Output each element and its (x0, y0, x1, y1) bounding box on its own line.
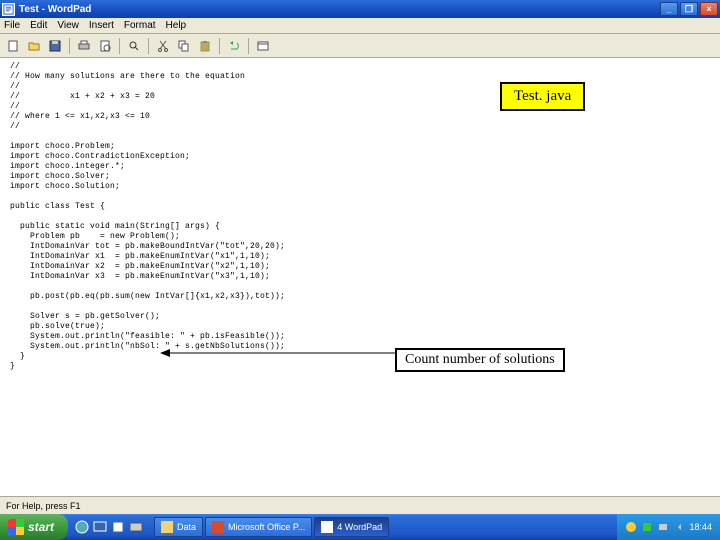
datetime-icon[interactable] (254, 37, 272, 55)
menu-bar: File Edit View Insert Format Help (0, 18, 720, 34)
menu-edit[interactable]: Edit (30, 20, 47, 31)
document-area[interactable]: // // How many solutions are there to th… (0, 58, 720, 496)
folder-icon (161, 521, 173, 533)
open-icon[interactable] (25, 37, 43, 55)
status-bar: For Help, press F1 (0, 496, 720, 514)
system-tray[interactable]: 18:44 (617, 514, 720, 540)
tray-icon[interactable] (657, 521, 669, 533)
toolbar-divider (119, 38, 120, 54)
annotation-arrow (160, 352, 395, 354)
taskbar-task[interactable]: Data (154, 517, 203, 537)
toolbar-divider (219, 38, 220, 54)
status-text: For Help, press F1 (6, 501, 81, 511)
taskbar-tasks: Data Microsoft Office P... 4 WordPad (154, 517, 617, 537)
menu-view[interactable]: View (57, 20, 79, 31)
taskbar: start Data Microsoft Office P... 4 WordP… (0, 514, 720, 540)
save-icon[interactable] (46, 37, 64, 55)
wordpad-icon (321, 521, 333, 533)
window-title: Test - WordPad (19, 4, 660, 15)
find-icon[interactable] (125, 37, 143, 55)
quicklaunch-icon[interactable] (110, 519, 126, 535)
close-button[interactable]: × (700, 2, 718, 16)
cut-icon[interactable] (154, 37, 172, 55)
tray-icon[interactable] (625, 521, 637, 533)
toolbar-divider (248, 38, 249, 54)
app-icon (2, 3, 15, 16)
maximize-button[interactable]: ❐ (680, 2, 698, 16)
start-button[interactable]: start (0, 514, 68, 540)
menu-format[interactable]: Format (124, 20, 156, 31)
tray-icon[interactable] (673, 521, 685, 533)
task-label: 4 WordPad (337, 522, 382, 532)
powerpoint-icon (212, 521, 224, 533)
menu-help[interactable]: Help (166, 20, 187, 31)
start-label: start (28, 520, 54, 534)
toolbar (0, 34, 720, 58)
windows-logo-icon (8, 519, 24, 535)
copy-icon[interactable] (175, 37, 193, 55)
taskbar-task[interactable]: Microsoft Office P... (205, 517, 312, 537)
paste-icon[interactable] (196, 37, 214, 55)
toolbar-divider (69, 38, 70, 54)
quick-launch (74, 519, 144, 535)
task-label: Data (177, 522, 196, 532)
preview-icon[interactable] (96, 37, 114, 55)
menu-insert[interactable]: Insert (89, 20, 114, 31)
toolbar-divider (148, 38, 149, 54)
undo-icon[interactable] (225, 37, 243, 55)
taskbar-task[interactable]: 4 WordPad (314, 517, 389, 537)
print-icon[interactable] (75, 37, 93, 55)
tray-icon[interactable] (641, 521, 653, 533)
menu-file[interactable]: File (4, 20, 20, 31)
annotation-count: Count number of solutions (395, 348, 565, 372)
title-bar: Test - WordPad _ ❐ × (0, 0, 720, 18)
annotation-filename: Test. java (500, 82, 585, 111)
code-text: // // How many solutions are there to th… (0, 58, 720, 376)
new-icon[interactable] (4, 37, 22, 55)
quicklaunch-icon[interactable] (128, 519, 144, 535)
clock[interactable]: 18:44 (689, 522, 712, 532)
task-label: Microsoft Office P... (228, 522, 305, 532)
quicklaunch-icon[interactable] (92, 519, 108, 535)
minimize-button[interactable]: _ (660, 2, 678, 16)
quicklaunch-icon[interactable] (74, 519, 90, 535)
